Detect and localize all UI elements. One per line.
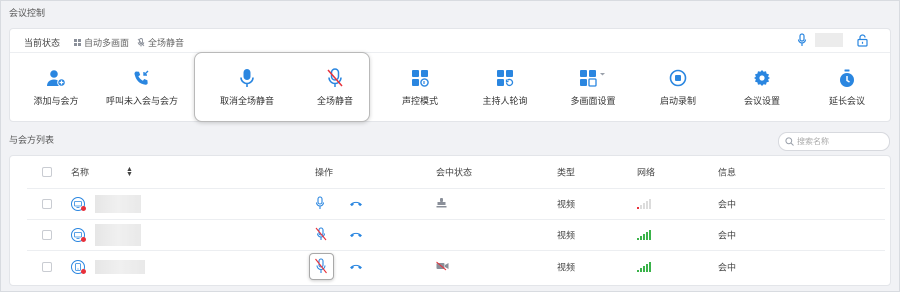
status-chip-auto-multiscreen: 自动多画面 [74, 36, 129, 49]
status-chip-label: 自动多画面 [84, 38, 130, 48]
unlock-icon[interactable] [857, 33, 868, 47]
microphone-muted-icon [327, 68, 343, 87]
table-row[interactable]: 视频 会中 [27, 251, 885, 282]
microphone-icon [240, 69, 254, 87]
hangup-button[interactable] [349, 199, 363, 209]
signal-icon [637, 261, 651, 272]
phone-incoming-icon [134, 70, 149, 85]
hangup-button[interactable] [349, 230, 363, 240]
volume-level-indicator [815, 33, 843, 47]
signal-icon [637, 230, 651, 240]
column-header-network: 网络 [637, 167, 656, 178]
meeting-settings-label: 会议设置 [743, 96, 780, 106]
state-cell [436, 198, 447, 211]
call-absent-label: 呼叫未入会与会方 [105, 96, 178, 106]
host-poll-button[interactable]: 主持人轮询 [465, 67, 545, 107]
control-panel: 当前状态 自动多画面 全场静音 添加与会方 呼叫未入会与会方 取消全场静音 全场… [9, 28, 891, 122]
column-header-name: 名称 [71, 167, 90, 178]
info-cell: 会中 [718, 199, 737, 210]
unmute-all-button[interactable]: 取消全场静音 [207, 67, 287, 107]
voice-mode-label: 声控模式 [401, 96, 438, 106]
status-chip-label: 全场静音 [148, 38, 185, 48]
status-chip-mute-all: 全场静音 [137, 36, 184, 49]
column-header-operation: 操作 [315, 167, 334, 178]
type-cell: 视频 [557, 199, 576, 210]
participant-table: 名称 ▲ ▼ 操作 会中状态 类型 网络 信息 视频 会中 视频 会中 视频 会… [9, 155, 891, 286]
microphone-muted-icon [315, 257, 327, 273]
extend-meeting-label: 延长会议 [828, 96, 865, 106]
hangup-icon [350, 264, 362, 269]
host-poll-label: 主持人轮询 [482, 96, 528, 106]
phone-device-icon [71, 259, 86, 274]
participant-name-redacted [95, 195, 141, 213]
meeting-settings-button[interactable]: 会议设置 [722, 67, 802, 107]
control-toolbar: 添加与会方 呼叫未入会与会方 取消全场静音 全场静音 声控模式 主持人轮询 多画… [10, 52, 890, 123]
record-icon [669, 69, 687, 87]
stopwatch-icon [840, 69, 854, 87]
camera-off-icon [436, 261, 449, 270]
search-box[interactable] [778, 132, 890, 151]
table-header: 名称 ▲ ▼ 操作 会中状态 类型 网络 信息 [27, 156, 885, 189]
signal-icon [637, 199, 651, 209]
table-row[interactable]: 视频 会中 [27, 220, 885, 251]
poll-grid-icon [497, 70, 514, 87]
column-header-info: 信息 [718, 167, 737, 178]
status-right [797, 33, 868, 47]
extend-meeting-button[interactable]: 延长会议 [807, 67, 887, 107]
table-row[interactable]: 视频 会中 [27, 189, 885, 220]
column-header-type: 类型 [557, 167, 576, 178]
add-participant-label: 添加与会方 [33, 96, 79, 106]
stamp-icon [436, 198, 447, 208]
multi-screen-grid-icon [580, 70, 605, 87]
start-recording-label: 启动录制 [659, 96, 696, 106]
call-absent-button[interactable]: 呼叫未入会与会方 [102, 67, 182, 107]
sort-icon[interactable]: ▲ ▼ [126, 166, 133, 178]
conference-control-title: 会议控制 [9, 8, 46, 18]
participant-name-redacted [95, 259, 145, 274]
terminal-icon [71, 197, 86, 211]
type-cell: 视频 [557, 230, 576, 241]
hangup-icon [350, 201, 362, 207]
state-cell [436, 261, 449, 272]
column-header-state: 会中状态 [436, 167, 473, 178]
start-recording-button[interactable]: 启动录制 [638, 67, 718, 107]
device-status [71, 228, 86, 242]
microphone-toggle[interactable] [314, 257, 328, 276]
row-checkbox[interactable] [42, 199, 52, 209]
participant-list-title: 与会方列表 [9, 135, 55, 145]
info-cell: 会中 [718, 230, 737, 241]
grid-icon [74, 39, 81, 46]
device-status [71, 259, 86, 274]
mute-all-label: 全场静音 [316, 96, 353, 106]
type-cell: 视频 [557, 262, 576, 272]
microphone-muted-icon [137, 38, 145, 47]
multi-screen-settings-button[interactable]: 多画面设置 [553, 67, 633, 107]
mute-all-button[interactable]: 全场静音 [295, 67, 375, 107]
search-input[interactable] [797, 137, 883, 146]
status-bar: 当前状态 自动多画面 全场静音 [10, 29, 890, 53]
info-cell: 会中 [718, 262, 737, 272]
add-participant-button[interactable]: 添加与会方 [16, 67, 96, 107]
multi-screen-settings-label: 多画面设置 [570, 96, 616, 106]
add-user-icon [47, 70, 66, 87]
participant-name-redacted [95, 224, 141, 246]
select-all-checkbox[interactable] [42, 167, 52, 177]
hangup-button[interactable] [349, 262, 363, 272]
status-label: 当前状态 [24, 38, 61, 48]
row-checkbox[interactable] [42, 261, 52, 272]
microphone-icon [315, 196, 325, 209]
terminal-icon [71, 228, 86, 242]
microphone-muted-icon [315, 227, 327, 241]
microphone-icon[interactable] [797, 33, 807, 47]
unmute-all-label: 取消全场静音 [219, 96, 274, 106]
microphone-toggle[interactable] [315, 227, 327, 243]
row-checkbox[interactable] [42, 230, 52, 240]
search-icon [785, 137, 794, 146]
microphone-toggle[interactable] [315, 196, 325, 212]
voice-mode-grid-icon [412, 70, 429, 87]
device-status [71, 197, 86, 211]
gear-icon [754, 70, 770, 86]
voice-mode-button[interactable]: 声控模式 [380, 67, 460, 107]
hangup-icon [350, 232, 362, 238]
